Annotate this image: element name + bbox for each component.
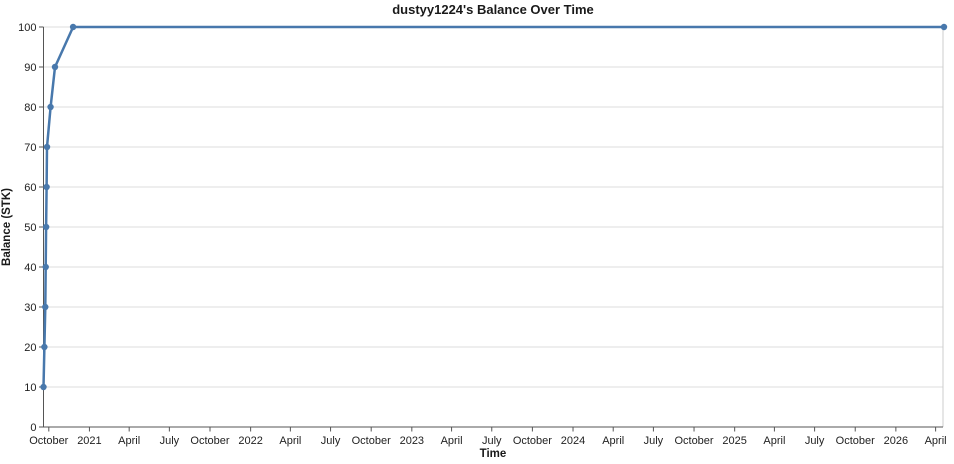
x-tick-label: July bbox=[644, 435, 664, 447]
x-tick-label: 2021 bbox=[77, 435, 101, 447]
data-point[interactable] bbox=[42, 223, 50, 231]
x-tick-label: 2023 bbox=[400, 435, 424, 447]
y-tick-label: 20 bbox=[24, 342, 36, 354]
data-point[interactable] bbox=[51, 63, 59, 71]
x-tick-label: October bbox=[29, 435, 68, 447]
data-point[interactable] bbox=[43, 183, 50, 191]
x-tick-label: April bbox=[602, 435, 624, 447]
x-tick-label: October bbox=[190, 435, 229, 447]
x-tick-label: October bbox=[836, 435, 875, 447]
x-tick-label: October bbox=[352, 435, 391, 447]
x-tick-label: 2022 bbox=[238, 435, 262, 447]
y-tick-label: 40 bbox=[24, 262, 36, 274]
tick-label-layer: 0 10 20 30 40 50 60 70 80 90 100 October 2021 April Ju… bbox=[18, 22, 946, 447]
x-tick-label: July bbox=[805, 435, 825, 447]
data-point[interactable] bbox=[42, 303, 49, 311]
data-point[interactable] bbox=[41, 343, 48, 351]
series-layer bbox=[40, 23, 948, 391]
x-tick-label: July bbox=[160, 435, 180, 447]
x-tick-label: April bbox=[763, 435, 785, 447]
data-point[interactable] bbox=[40, 383, 47, 391]
gridline-layer bbox=[43, 26, 944, 427]
chart-title: dustyy1224's Balance Over Time bbox=[392, 2, 594, 17]
data-point[interactable] bbox=[43, 143, 51, 151]
y-tick-label: 70 bbox=[24, 142, 36, 154]
axis-layer bbox=[39, 26, 943, 432]
y-tick-label: 60 bbox=[24, 182, 36, 194]
x-tick-label: October bbox=[674, 435, 713, 447]
y-tick-label: 30 bbox=[24, 302, 36, 314]
x-tick-label: April bbox=[279, 435, 301, 447]
x-tick-label: October bbox=[513, 435, 552, 447]
x-tick-label: April bbox=[925, 435, 947, 447]
balance-series-line bbox=[42, 25, 946, 389]
balance-over-time-chart: 0 10 20 30 40 50 60 70 80 90 100 October 2021 April Ju… bbox=[1, 2, 948, 460]
x-tick-label: July bbox=[321, 435, 341, 447]
balance-chart-panel: 0 10 20 30 40 50 60 70 80 90 100 October 2021 April Ju… bbox=[0, 0, 954, 464]
y-tick-label: 10 bbox=[24, 382, 36, 394]
y-tick-label: 100 bbox=[18, 22, 36, 34]
data-point[interactable] bbox=[69, 23, 77, 31]
x-tick-label: April bbox=[441, 435, 463, 447]
y-tick-label: 50 bbox=[24, 222, 36, 234]
y-tick-label: 90 bbox=[24, 62, 36, 74]
x-tick-label: July bbox=[482, 435, 502, 447]
x-tick-label: 2025 bbox=[722, 435, 746, 447]
y-axis-label: Balance (STK) bbox=[1, 188, 13, 266]
y-tick-label: 80 bbox=[24, 102, 36, 114]
x-tick-label: April bbox=[118, 435, 140, 447]
x-axis-label: Time bbox=[480, 448, 507, 460]
data-point[interactable] bbox=[42, 263, 49, 271]
data-point[interactable] bbox=[940, 23, 948, 31]
data-point[interactable] bbox=[47, 103, 54, 111]
y-tick-label: 0 bbox=[30, 422, 36, 434]
x-tick-label: 2024 bbox=[561, 435, 585, 447]
x-tick-label: 2026 bbox=[884, 435, 908, 447]
